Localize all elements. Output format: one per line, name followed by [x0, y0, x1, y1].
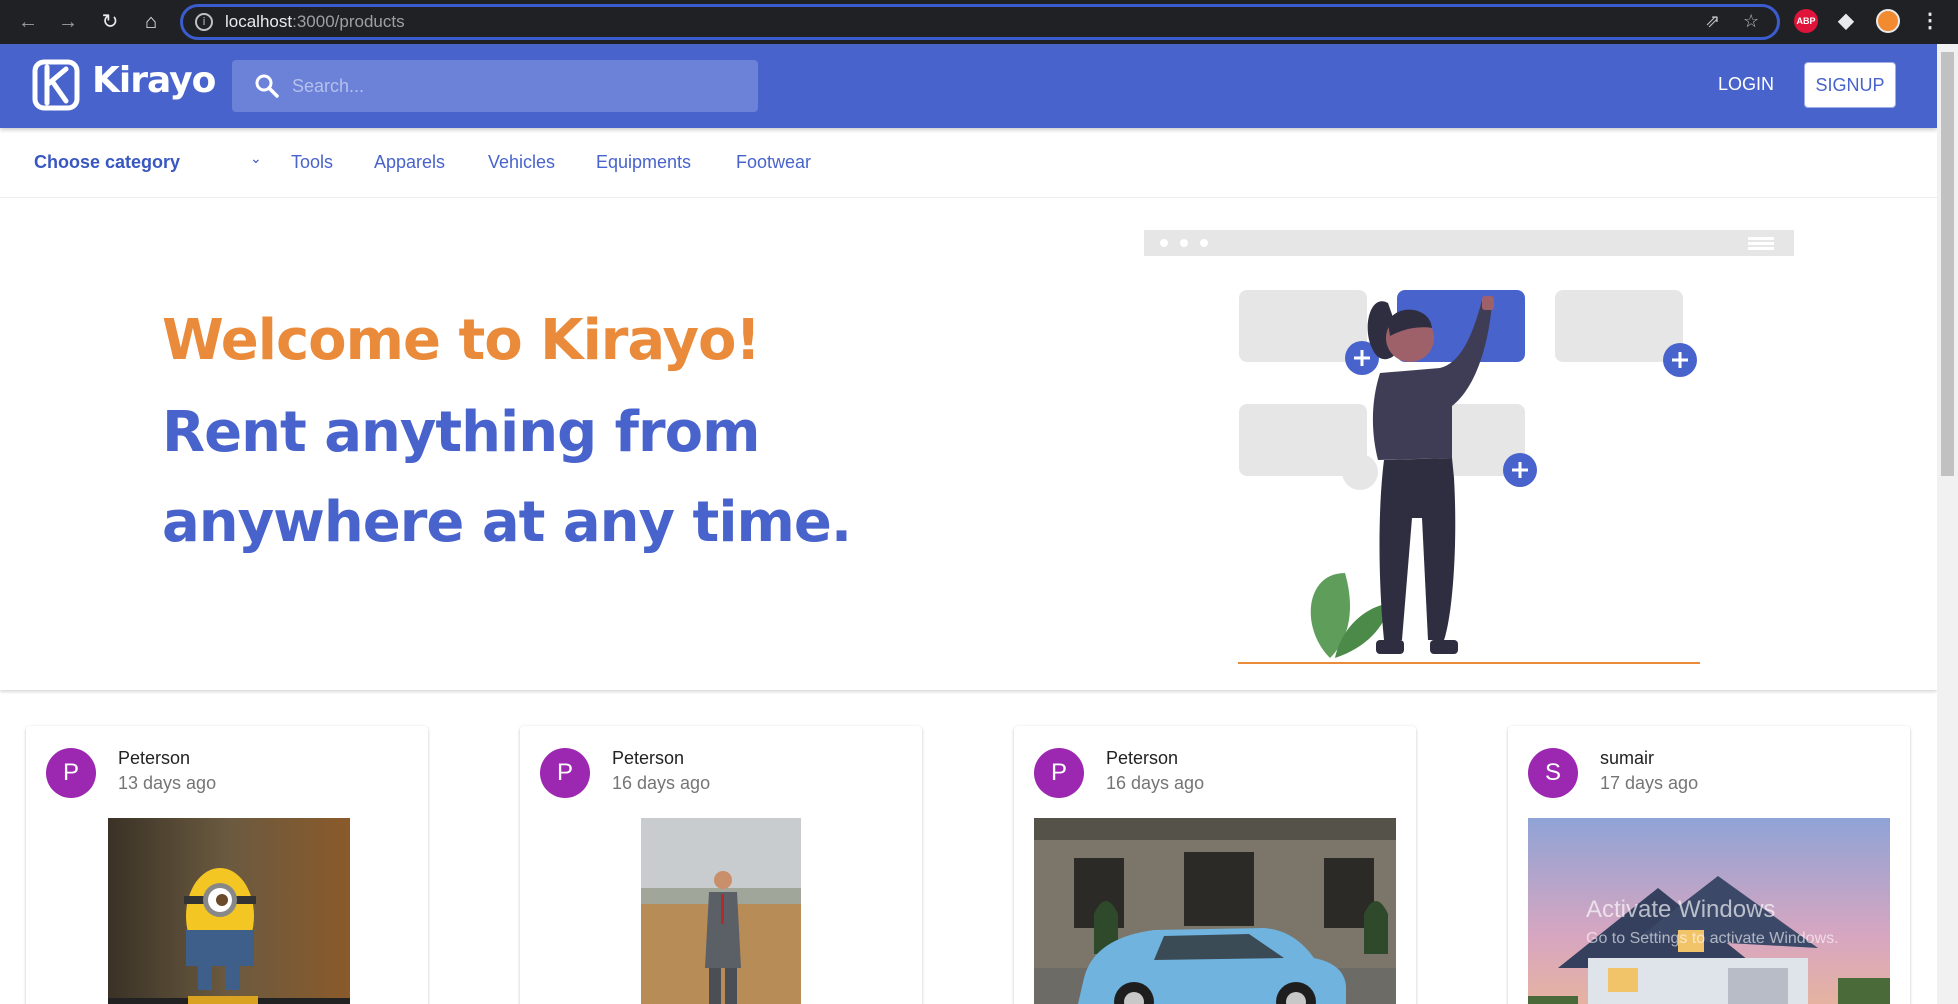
- scrollbar-thumb[interactable]: [1941, 52, 1954, 476]
- avatar: P: [540, 748, 590, 798]
- search-icon: [255, 74, 279, 98]
- product-card[interactable]: P Peterson 16 days ago: [1014, 726, 1416, 1004]
- avatar: P: [1034, 748, 1084, 798]
- hero-tagline-line1: Rent anything from: [162, 400, 760, 465]
- home-icon[interactable]: ⌂: [137, 8, 165, 36]
- app-header: Kirayo LOGIN SIGNUP: [0, 44, 1937, 128]
- product-image-car[interactable]: [1034, 818, 1396, 1004]
- search-input[interactable]: [292, 60, 742, 112]
- category-vehicles[interactable]: Vehicles: [488, 152, 555, 173]
- share-icon[interactable]: ⇗: [1705, 11, 1720, 32]
- login-button[interactable]: LOGIN: [1710, 70, 1782, 99]
- browser-toolbar: ← → ↻ ⌂ i localhost:3000/products ⇗ ☆ AB…: [0, 0, 1958, 44]
- logo-text[interactable]: Kirayo: [92, 60, 216, 101]
- category-tools[interactable]: Tools: [291, 152, 333, 173]
- windows-watermark-subtitle: Go to Settings to activate Windows.: [1586, 930, 1839, 947]
- signup-button[interactable]: SIGNUP: [1804, 62, 1896, 108]
- bookmark-star-icon[interactable]: ☆: [1743, 11, 1759, 32]
- avatar: S: [1528, 748, 1578, 798]
- posted-time: 16 days ago: [612, 773, 711, 793]
- chevron-down-icon[interactable]: ⌄: [250, 150, 262, 167]
- avatar: P: [46, 748, 96, 798]
- browser-menu-icon[interactable]: ⋮: [1918, 9, 1942, 33]
- product-card[interactable]: S sumair 17 days ago: [1508, 726, 1910, 1004]
- extensions-icon[interactable]: ◆: [1834, 9, 1858, 33]
- posted-time: 13 days ago: [118, 773, 217, 793]
- scrollbar[interactable]: [1937, 44, 1958, 1004]
- product-image-minion[interactable]: [108, 818, 350, 1004]
- forward-icon[interactable]: →: [54, 8, 82, 36]
- back-icon[interactable]: ←: [14, 8, 42, 36]
- url-text[interactable]: localhost:3000/products: [225, 12, 405, 32]
- hero-banner: Welcome to Kirayo! Rent anything from an…: [0, 198, 1937, 690]
- owner-name: Peterson: [1106, 748, 1179, 768]
- reload-icon[interactable]: ↻: [96, 8, 124, 36]
- search-box[interactable]: [232, 60, 758, 112]
- posted-time: 17 days ago: [1600, 773, 1699, 793]
- adblock-extension-icon[interactable]: ABP: [1794, 9, 1818, 33]
- windows-watermark-title: Activate Windows: [1586, 896, 1776, 923]
- category-bar: Choose category ⌄ Tools Apparels Vehicle…: [0, 128, 1937, 198]
- owner-name: Peterson: [612, 748, 685, 768]
- kirayo-logo-icon[interactable]: [32, 59, 80, 111]
- hero-tagline-line2: anywhere at any time.: [162, 490, 852, 555]
- product-card[interactable]: P Peterson 13 days ago: [26, 726, 428, 1004]
- profile-avatar-icon[interactable]: [1876, 9, 1900, 33]
- category-apparels[interactable]: Apparels: [374, 152, 445, 173]
- category-equipments[interactable]: Equipments: [596, 152, 691, 173]
- address-bar[interactable]: i localhost:3000/products ⇗ ☆: [180, 4, 1780, 40]
- site-info-icon[interactable]: i: [195, 13, 213, 31]
- owner-name: Peterson: [118, 748, 191, 768]
- hero-welcome-title: Welcome to Kirayo!: [162, 308, 761, 373]
- product-card[interactable]: P Peterson 16 days ago: [520, 726, 922, 1004]
- owner-name: sumair: [1600, 748, 1655, 768]
- hero-illustration: [1144, 230, 1794, 664]
- category-footwear[interactable]: Footwear: [736, 152, 811, 173]
- category-select[interactable]: Choose category: [34, 152, 180, 173]
- posted-time: 16 days ago: [1106, 773, 1205, 793]
- product-image-suit[interactable]: [641, 818, 801, 1004]
